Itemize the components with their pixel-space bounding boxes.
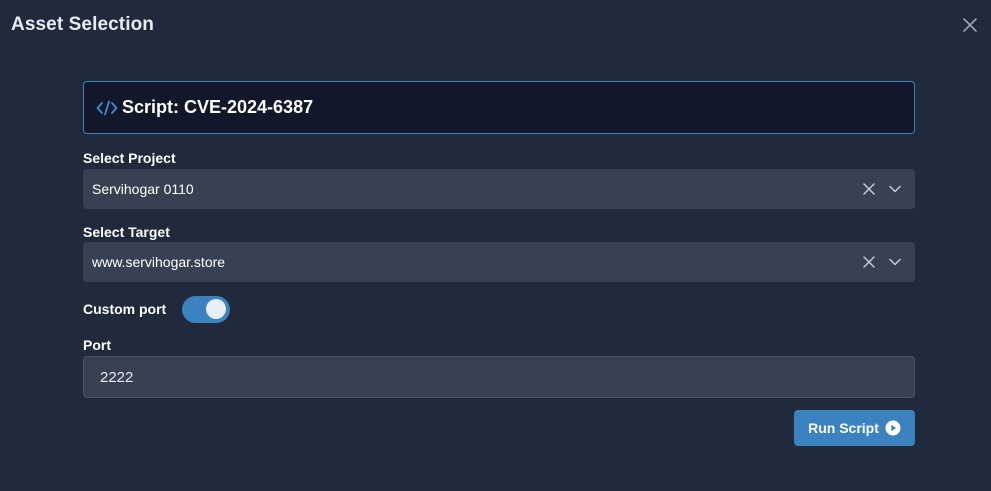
custom-port-toggle[interactable] [182, 295, 231, 323]
target-label: Select Target [83, 224, 170, 240]
chevron-down-icon[interactable] [888, 255, 902, 269]
port-input[interactable] [83, 356, 915, 398]
script-title: Script: CVE-2024-6387 [122, 97, 314, 117]
modal-title: Asset Selection [11, 14, 154, 35]
target-value: www.servihogar.store [92, 254, 226, 270]
toggle-knob [206, 299, 227, 319]
custom-port-row: Custom port [83, 294, 231, 324]
close-icon[interactable] [961, 16, 979, 34]
play-circle-icon [885, 420, 901, 436]
project-label: Select Project [83, 150, 176, 166]
chevron-down-icon[interactable] [888, 182, 902, 196]
asset-selection-modal: Asset Selection Script: CVE-2024-6387 Se… [0, 0, 991, 491]
project-value: Servihogar 0110 [92, 181, 194, 197]
custom-port-label: Custom port [83, 301, 167, 317]
target-select[interactable]: www.servihogar.store [83, 242, 915, 282]
run-script-label: Run Script [808, 420, 879, 436]
clear-icon[interactable] [862, 182, 876, 196]
run-script-button[interactable]: Run Script [794, 410, 915, 446]
code-icon [96, 100, 118, 116]
script-header: Script: CVE-2024-6387 [83, 81, 915, 134]
port-label: Port [83, 337, 111, 353]
clear-icon[interactable] [862, 255, 876, 269]
project-select[interactable]: Servihogar 0110 [83, 169, 915, 209]
